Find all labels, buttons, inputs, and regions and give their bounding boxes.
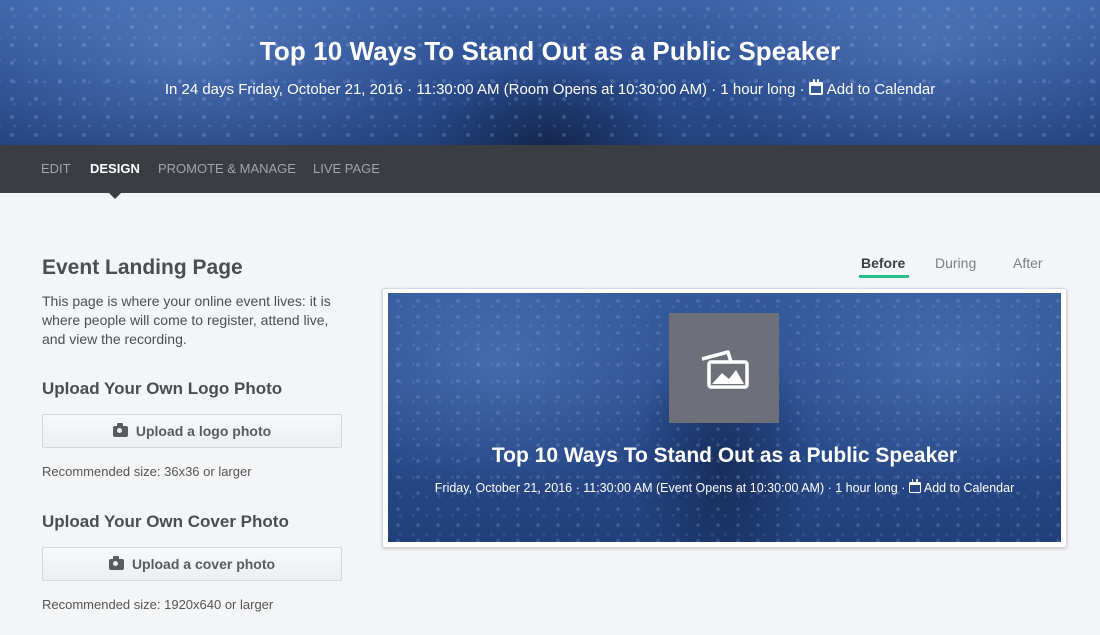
main-nav: EDIT DESIGN PROMOTE & MANAGE LIVE PAGE [0, 145, 1100, 193]
cover-size-hint: Recommended size: 1920x640 or larger [42, 597, 274, 612]
tab-promote-manage[interactable]: PROMOTE & MANAGE [158, 145, 296, 193]
event-date-time: In 24 days Friday, October 21, 2016 · 11… [164, 81, 805, 98]
upload-logo-label: Upload a logo photo [135, 423, 272, 439]
calendar-icon [908, 479, 921, 493]
preview-event-date-time: Friday, October 21, 2016 · 11:30:00 AM (… [434, 481, 906, 495]
cover-upload-title: Upload Your Own Cover Photo [42, 512, 289, 531]
logo-upload-title: Upload Your Own Logo Photo [42, 379, 283, 398]
hero-background-image [0, 0, 1100, 145]
preview-add-to-calendar-link[interactable]: Add to Calendar [908, 479, 1015, 495]
camera-icon [112, 422, 128, 437]
tab-edit[interactable]: EDIT [41, 145, 71, 193]
landing-page-description: This page is where your online event liv… [42, 293, 331, 347]
active-phase-underline [859, 275, 909, 278]
tab-design[interactable]: DESIGN [90, 145, 140, 193]
calendar-icon [808, 79, 823, 95]
tab-after[interactable]: After [1013, 255, 1043, 271]
preview-add-to-calendar-label: Add to Calendar [923, 481, 1015, 495]
preview-event-meta: Friday, October 21, 2016 · 11:30:00 AM (… [388, 479, 1061, 495]
preview-event-title: Top 10 Ways To Stand Out as a Public Spe… [491, 444, 958, 467]
add-to-calendar-label: Add to Calendar [826, 81, 936, 98]
logo-placeholder[interactable] [669, 313, 779, 423]
upload-logo-button[interactable]: Upload a logo photo [42, 414, 342, 448]
event-hero-banner: Top 10 Ways To Stand Out as a Public Spe… [0, 0, 1100, 145]
landing-page-preview: Top 10 Ways To Stand Out as a Public Spe… [388, 293, 1061, 542]
tab-during[interactable]: During [935, 255, 976, 271]
event-meta: In 24 days Friday, October 21, 2016 · 11… [0, 79, 1100, 98]
image-placeholder-icon [701, 350, 749, 389]
tab-before[interactable]: Before [861, 255, 905, 271]
upload-cover-button[interactable]: Upload a cover photo [42, 547, 342, 581]
upload-cover-label: Upload a cover photo [131, 556, 276, 572]
tab-live-page[interactable]: LIVE PAGE [313, 145, 380, 193]
landing-page-title: Event Landing Page [42, 256, 243, 279]
camera-icon [108, 555, 124, 570]
logo-size-hint: Recommended size: 36x36 or larger [42, 464, 252, 479]
active-tab-indicator [108, 192, 122, 199]
event-title: Top 10 Ways To Stand Out as a Public Spe… [259, 36, 841, 66]
add-to-calendar-link[interactable]: Add to Calendar [808, 79, 936, 98]
